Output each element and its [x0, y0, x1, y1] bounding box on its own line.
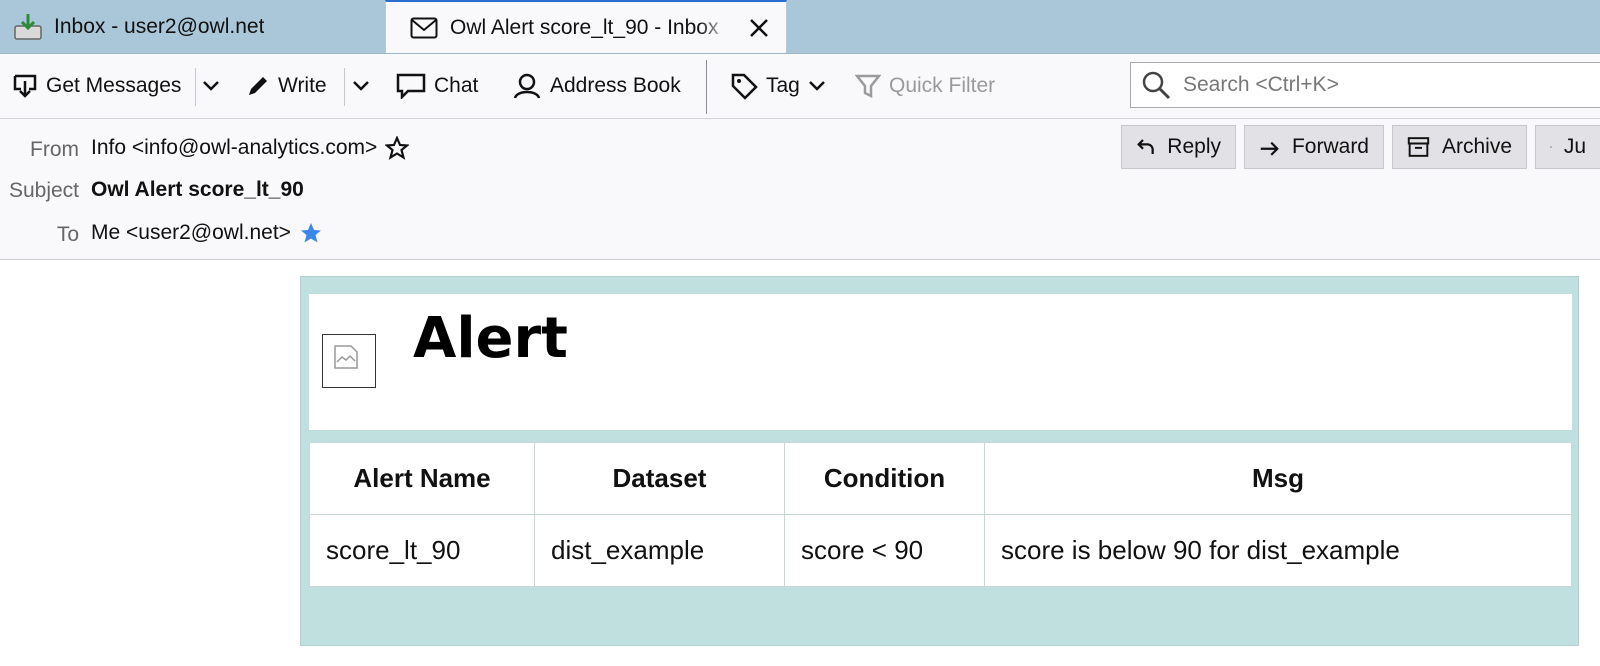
flame-icon: [1550, 146, 1552, 148]
chevron-down-icon: [203, 81, 219, 91]
message-body: Alert Alert Name Dataset Condition Msg s…: [300, 276, 1579, 646]
to-label: To: [56, 223, 79, 246]
write-label: Write: [278, 74, 327, 97]
separator: [706, 60, 707, 114]
reply-button[interactable]: Reply: [1121, 125, 1236, 169]
chat-icon: [396, 73, 426, 99]
junk-label: Ju: [1563, 135, 1586, 158]
star-outline-icon[interactable]: [385, 136, 410, 160]
inbox-download-icon: [12, 11, 44, 43]
alert-title: Alert: [413, 306, 568, 371]
reply-label: Reply: [1167, 135, 1221, 158]
address-book-label: Address Book: [550, 74, 681, 97]
archive-button[interactable]: Archive: [1392, 125, 1527, 169]
tab-label: Owl Alert score_lt_90 - Inbox: [450, 15, 719, 39]
search-placeholder: Search <Ctrl+K>: [1183, 73, 1339, 96]
write-button[interactable]: Write: [246, 54, 327, 118]
from-address[interactable]: Info <info@owl-analytics.com>: [91, 136, 377, 160]
forward-button[interactable]: Forward: [1244, 125, 1384, 169]
subject-value: Owl Alert score_lt_90: [91, 178, 304, 201]
download-icon: [13, 74, 37, 98]
tab-bar: Inbox - user2@owl.net Owl Alert score_lt…: [0, 0, 1600, 54]
separator: [195, 68, 196, 106]
to-value[interactable]: Me <user2@owl.net>: [91, 221, 323, 245]
reply-icon: [1137, 139, 1154, 155]
main-toolbar: Get Messages Write Chat Address Book Tag: [0, 54, 1600, 119]
table-cell: score_lt_90: [309, 514, 535, 587]
tag-icon: [731, 73, 758, 100]
alert-table: Alert Name Dataset Condition Msg score_l…: [309, 442, 1572, 587]
tag-label: Tag: [766, 74, 800, 97]
from-value[interactable]: Info <info@owl-analytics.com>: [91, 136, 410, 160]
address-book-button[interactable]: Address Book: [512, 54, 681, 118]
archive-label: Archive: [1441, 135, 1512, 158]
archive-icon: [1407, 137, 1430, 157]
search-input[interactable]: Search <Ctrl+K>: [1130, 62, 1600, 108]
subject-label: Subject: [8, 179, 79, 202]
table-cell: score is below 90 for dist_example: [984, 514, 1572, 587]
search-icon: [1142, 71, 1171, 100]
chevron-down-icon: [353, 81, 369, 91]
column-header: Alert Name: [309, 442, 535, 515]
quick-filter-label: Quick Filter: [889, 74, 996, 97]
column-header: Dataset: [534, 442, 785, 515]
from-label: From: [30, 138, 79, 161]
forward-arrow-icon: [1260, 141, 1279, 156]
forward-label: Forward: [1291, 135, 1369, 158]
contact-icon: [513, 73, 541, 99]
column-header: Msg: [984, 442, 1572, 515]
chevron-down-icon: [808, 81, 825, 91]
message-header: From Info <info@owl-analytics.com> Subje…: [0, 119, 1600, 260]
table-cell: dist_example: [534, 514, 785, 587]
filter-icon: [855, 74, 881, 99]
chat-label: Chat: [434, 74, 479, 97]
broken-image-icon: [322, 334, 376, 388]
quick-filter-button[interactable]: Quick Filter: [855, 54, 995, 118]
get-messages-dropdown[interactable]: [202, 54, 228, 118]
junk-button[interactable]: Ju: [1535, 125, 1600, 169]
tab-label: Inbox - user2@owl.net: [54, 14, 265, 38]
column-header: Condition: [784, 442, 985, 515]
table-cell: score < 90: [784, 514, 985, 587]
envelope-icon: [408, 12, 440, 44]
table-header-row: Alert Name Dataset Condition Msg: [309, 442, 1572, 515]
separator: [344, 68, 345, 106]
get-messages-button[interactable]: Get Messages: [12, 54, 181, 118]
write-dropdown[interactable]: [352, 54, 378, 118]
alert-banner: Alert: [309, 294, 1572, 430]
tab-inbox[interactable]: Inbox - user2@owl.net: [0, 0, 385, 53]
tab-message[interactable]: Owl Alert score_lt_90 - Inbox: [385, 0, 787, 53]
tag-button[interactable]: Tag: [730, 54, 826, 118]
chat-button[interactable]: Chat: [396, 54, 478, 118]
get-messages-label: Get Messages: [46, 74, 182, 97]
star-filled-icon[interactable]: [299, 221, 323, 245]
pencil-icon: [249, 77, 267, 95]
close-icon[interactable]: [746, 15, 772, 41]
to-address[interactable]: Me <user2@owl.net>: [91, 221, 291, 245]
table-row: score_lt_90 dist_example score < 90 scor…: [309, 514, 1572, 587]
